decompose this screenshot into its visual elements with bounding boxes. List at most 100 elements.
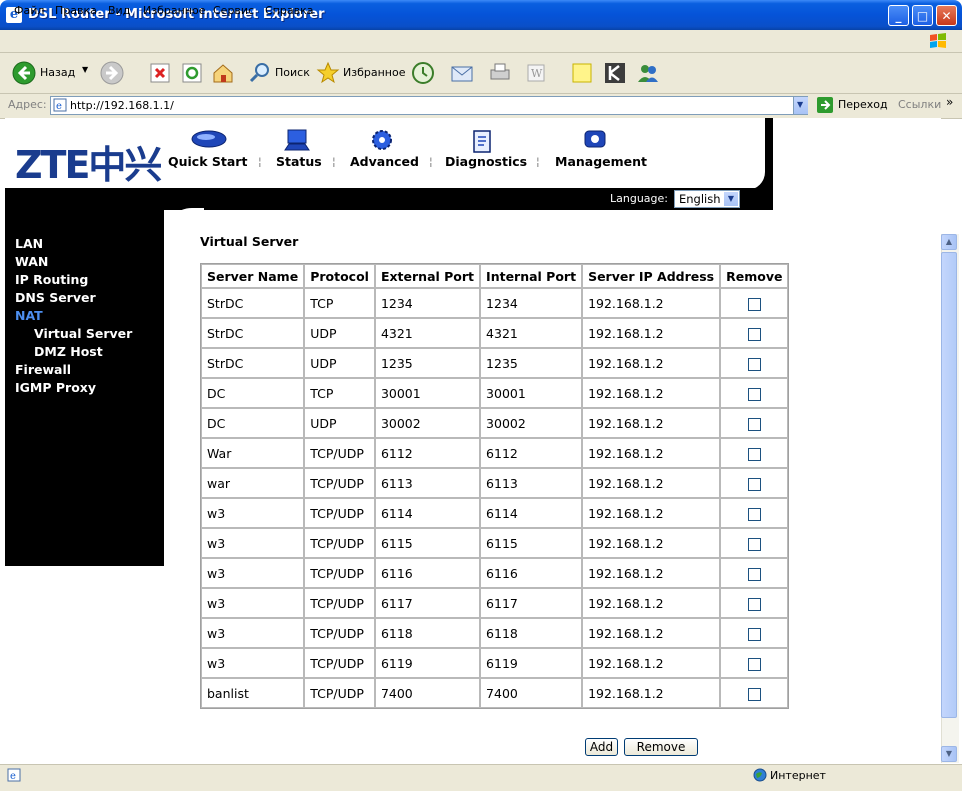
- toolbar: [0, 53, 962, 94]
- sidebar-item-nat[interactable]: NAT: [15, 308, 43, 323]
- server-name-cell: StrDC: [201, 318, 305, 348]
- sidebar-item-dns-server[interactable]: DNS Server: [15, 290, 96, 305]
- server-ip-cell: 192.168.1.2: [582, 528, 721, 558]
- remove-checkbox[interactable]: [747, 357, 761, 371]
- search-icon[interactable]: [248, 61, 272, 85]
- remove-checkbox[interactable]: [747, 537, 761, 551]
- close-button[interactable]: ✕: [936, 5, 957, 26]
- sidebar-item-ip-routing[interactable]: IP Routing: [15, 272, 88, 287]
- remove-checkbox[interactable]: [747, 477, 761, 491]
- internal-port-cell: 6115: [480, 528, 583, 558]
- home-icon[interactable]: [211, 61, 235, 85]
- diagnostics-icon[interactable]: [470, 128, 494, 154]
- scrollbar-thumb[interactable]: [941, 252, 957, 718]
- links-chevron-icon[interactable]: »: [946, 95, 953, 109]
- maximize-button[interactable]: □: [912, 5, 933, 26]
- advanced-icon[interactable]: [368, 128, 396, 152]
- nav-status[interactable]: Status: [276, 154, 322, 169]
- remove-checkbox[interactable]: [747, 567, 761, 581]
- sidebar-item-firewall[interactable]: Firewall: [15, 362, 71, 377]
- note-icon[interactable]: [570, 61, 594, 85]
- print-icon[interactable]: [488, 61, 512, 85]
- menu-file[interactable]: Файл: [14, 4, 44, 17]
- nav-separator: ¦: [332, 155, 336, 168]
- external-port-cell: 7400: [374, 678, 481, 708]
- go-arrow-icon[interactable]: [816, 96, 834, 114]
- refresh-icon[interactable]: [180, 61, 204, 85]
- back-button[interactable]: Назад: [40, 66, 75, 79]
- menu-favorites[interactable]: Избранное: [143, 4, 205, 17]
- back-icon[interactable]: [12, 61, 36, 85]
- svg-text:e: e: [10, 771, 16, 782]
- add-button[interactable]: Add: [585, 738, 618, 756]
- chevron-down-icon: ▼: [724, 192, 738, 206]
- search-button[interactable]: Поиск: [275, 66, 310, 79]
- messenger-k-icon[interactable]: [603, 61, 627, 85]
- remove-checkbox[interactable]: [747, 657, 761, 671]
- scroll-down-icon[interactable]: ▼: [941, 746, 957, 762]
- remove-checkbox[interactable]: [747, 507, 761, 521]
- column-header: Server Name: [201, 264, 305, 288]
- remove-checkbox[interactable]: [747, 597, 761, 611]
- external-port-cell: 6115: [374, 528, 481, 558]
- remove-checkbox[interactable]: [747, 387, 761, 401]
- menu-tools[interactable]: Сервис: [213, 4, 254, 17]
- messenger-people-icon[interactable]: [636, 61, 660, 85]
- edit-icon[interactable]: W: [525, 61, 549, 85]
- history-icon[interactable]: [411, 61, 435, 85]
- server-ip-cell: 192.168.1.2: [582, 618, 721, 648]
- remove-checkbox[interactable]: [747, 327, 761, 341]
- sidebar-item-wan[interactable]: WAN: [15, 254, 48, 269]
- remove-checkbox[interactable]: [747, 417, 761, 431]
- external-port-cell: 30001: [374, 378, 481, 408]
- protocol-cell: TCP: [304, 288, 375, 318]
- address-dropdown-icon[interactable]: ▼: [793, 97, 808, 114]
- server-ip-cell: 192.168.1.2: [582, 498, 721, 528]
- nav-quick-start[interactable]: Quick Start: [168, 154, 247, 169]
- internet-zone-icon: [753, 768, 767, 782]
- remove-checkbox[interactable]: [747, 627, 761, 641]
- forward-icon[interactable]: [100, 61, 124, 85]
- table-header-row: Server Name Protocol External Port Inter…: [201, 264, 789, 288]
- sidebar-item-dmz-host[interactable]: DMZ Host: [34, 344, 103, 359]
- go-button[interactable]: Переход: [838, 98, 888, 111]
- nav-separator: ¦: [258, 155, 262, 168]
- scroll-up-icon[interactable]: ▲: [941, 234, 957, 250]
- menu-edit[interactable]: Правка: [55, 4, 97, 17]
- sidebar-item-lan[interactable]: LAN: [15, 236, 43, 251]
- sidebar-item-igmp-proxy[interactable]: IGMP Proxy: [15, 380, 96, 395]
- remove-cell: [720, 288, 789, 318]
- remove-button[interactable]: Remove: [624, 738, 698, 756]
- minimize-button[interactable]: _: [888, 5, 909, 26]
- svg-text:W: W: [531, 67, 543, 80]
- menu-help[interactable]: Справка: [265, 4, 313, 17]
- favorites-icon[interactable]: [316, 61, 340, 85]
- remove-checkbox[interactable]: [747, 687, 761, 701]
- table-row: DC UDP 30002 30002 192.168.1.2: [201, 408, 789, 438]
- management-icon[interactable]: [582, 128, 608, 150]
- back-dropdown-icon[interactable]: ▼: [82, 65, 88, 74]
- status-icon[interactable]: [283, 128, 311, 152]
- table-row: w3 TCP/UDP 6115 6115 192.168.1.2: [201, 528, 789, 558]
- nav-separator: ¦: [536, 155, 540, 168]
- remove-checkbox[interactable]: [747, 297, 761, 311]
- quick-start-icon[interactable]: [190, 128, 228, 150]
- nav-management[interactable]: Management: [555, 154, 647, 169]
- nav-diagnostics[interactable]: Diagnostics: [445, 154, 527, 169]
- links-button[interactable]: Ссылки: [898, 98, 941, 111]
- nav-advanced[interactable]: Advanced: [350, 154, 419, 169]
- sidebar-item-virtual-server[interactable]: Virtual Server: [34, 326, 132, 341]
- favorites-button[interactable]: Избранное: [343, 66, 405, 79]
- server-ip-cell: 192.168.1.2: [582, 318, 721, 348]
- external-port-cell: 6113: [374, 468, 481, 498]
- internal-port-cell: 6119: [480, 648, 583, 678]
- server-name-cell: DC: [201, 408, 305, 438]
- protocol-cell: TCP: [304, 378, 375, 408]
- external-port-cell: 6117: [374, 588, 481, 618]
- remove-checkbox[interactable]: [747, 447, 761, 461]
- stop-icon[interactable]: [148, 61, 172, 85]
- menu-view[interactable]: Вид: [108, 4, 130, 17]
- language-select[interactable]: English ▼: [674, 190, 740, 208]
- mail-icon[interactable]: [450, 61, 474, 85]
- address-url[interactable]: http://192.168.1.1/: [70, 99, 174, 112]
